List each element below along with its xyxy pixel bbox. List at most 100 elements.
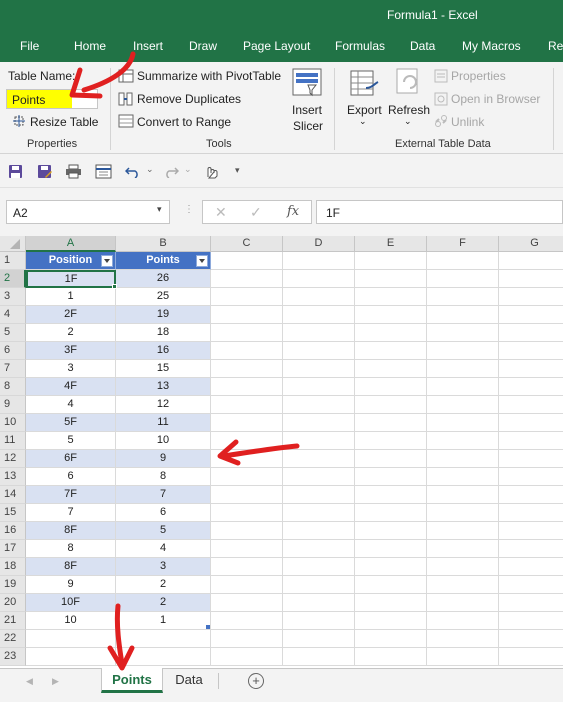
fill-handle[interactable] [112, 284, 117, 289]
empty-cell[interactable] [427, 504, 499, 522]
empty-cell[interactable] [427, 252, 499, 270]
empty-cell[interactable] [427, 630, 499, 648]
position-cell[interactable]: 6 [26, 468, 116, 486]
empty-cell[interactable] [211, 414, 283, 432]
prev-sheet-icon[interactable]: ◀ [26, 676, 33, 687]
position-cell[interactable]: 8 [26, 540, 116, 558]
points-cell[interactable]: 2 [116, 576, 211, 594]
empty-cell[interactable] [116, 630, 211, 648]
empty-cell[interactable] [211, 594, 283, 612]
empty-cell[interactable] [499, 486, 563, 504]
empty-cell[interactable] [499, 270, 563, 288]
column-header-g[interactable]: G [499, 236, 563, 252]
redo-icon[interactable] [163, 164, 179, 178]
empty-cell[interactable] [283, 594, 355, 612]
save-icon[interactable] [8, 164, 23, 179]
points-cell[interactable]: 19 [116, 306, 211, 324]
empty-cell[interactable] [211, 396, 283, 414]
row-header[interactable]: 7 [0, 360, 26, 378]
empty-cell[interactable] [355, 558, 427, 576]
tab-insert[interactable]: Insert [133, 39, 163, 53]
empty-cell[interactable] [283, 648, 355, 666]
empty-cell[interactable] [211, 378, 283, 396]
redo-dropdown-icon[interactable]: ⌄ [184, 164, 192, 175]
empty-cell[interactable] [283, 432, 355, 450]
empty-cell[interactable] [499, 360, 563, 378]
column-header-b[interactable]: B [116, 236, 211, 252]
row-header[interactable]: 12 [0, 450, 26, 468]
column-header-c[interactable]: C [211, 236, 283, 252]
table-resize-handle[interactable] [206, 625, 210, 629]
touch-mode-icon[interactable] [203, 163, 219, 179]
tab-file[interactable]: File [20, 39, 39, 53]
empty-cell[interactable] [211, 450, 283, 468]
empty-cell[interactable] [355, 468, 427, 486]
empty-cell[interactable] [211, 468, 283, 486]
row-header[interactable]: 9 [0, 396, 26, 414]
empty-cell[interactable] [499, 648, 563, 666]
formula-input[interactable]: 1F [316, 200, 563, 224]
next-sheet-icon[interactable]: ▶ [52, 676, 59, 687]
tab-formulas[interactable]: Formulas [335, 39, 385, 53]
empty-cell[interactable] [427, 288, 499, 306]
tab-draw[interactable]: Draw [189, 39, 217, 53]
empty-cell[interactable] [355, 252, 427, 270]
tab-my-macros[interactable]: My Macros [462, 39, 521, 53]
empty-cell[interactable] [283, 288, 355, 306]
row-header[interactable]: 13 [0, 468, 26, 486]
empty-cell[interactable] [283, 306, 355, 324]
empty-cell[interactable] [499, 540, 563, 558]
convert-to-range-button[interactable]: Convert to Range [137, 115, 231, 129]
enter-icon[interactable]: ✓ [250, 204, 262, 221]
customize-qat-icon[interactable]: ▾ [235, 165, 240, 176]
empty-cell[interactable] [355, 450, 427, 468]
empty-cell[interactable] [499, 504, 563, 522]
empty-cell[interactable] [211, 540, 283, 558]
row-header[interactable]: 20 [0, 594, 26, 612]
empty-cell[interactable] [499, 432, 563, 450]
position-cell[interactable]: 10F [26, 594, 116, 612]
points-cell[interactable]: 4 [116, 540, 211, 558]
empty-cell[interactable] [211, 324, 283, 342]
sheet-tab-points[interactable]: Points [101, 668, 163, 693]
empty-cell[interactable] [211, 486, 283, 504]
empty-cell[interactable] [355, 486, 427, 504]
empty-cell[interactable] [499, 342, 563, 360]
empty-cell[interactable] [355, 306, 427, 324]
empty-cell[interactable] [283, 360, 355, 378]
position-cell[interactable]: 4 [26, 396, 116, 414]
position-cell[interactable]: 2F [26, 306, 116, 324]
empty-cell[interactable] [427, 414, 499, 432]
empty-cell[interactable] [427, 486, 499, 504]
print-icon[interactable] [65, 164, 82, 179]
tab-home[interactable]: Home [74, 39, 106, 53]
table-header-cell[interactable]: Points [116, 252, 211, 270]
cancel-icon[interactable]: ✕ [215, 204, 227, 221]
empty-cell[interactable] [283, 504, 355, 522]
points-cell[interactable]: 18 [116, 324, 211, 342]
empty-cell[interactable] [283, 450, 355, 468]
empty-cell[interactable] [427, 558, 499, 576]
export-button[interactable]: Export [347, 103, 382, 117]
row-header[interactable]: 17 [0, 540, 26, 558]
points-cell[interactable]: 10 [116, 432, 211, 450]
undo-icon[interactable] [125, 164, 141, 178]
row-header[interactable]: 5 [0, 324, 26, 342]
sheet-tab-data[interactable]: Data [166, 668, 212, 693]
points-cell[interactable]: 3 [116, 558, 211, 576]
empty-cell[interactable] [499, 252, 563, 270]
empty-cell[interactable] [499, 612, 563, 630]
points-cell[interactable]: 1 [116, 612, 211, 630]
empty-cell[interactable] [355, 342, 427, 360]
empty-cell[interactable] [499, 522, 563, 540]
column-header-e[interactable]: E [355, 236, 427, 252]
empty-cell[interactable] [499, 414, 563, 432]
points-cell[interactable]: 2 [116, 594, 211, 612]
empty-cell[interactable] [355, 324, 427, 342]
row-header[interactable]: 6 [0, 342, 26, 360]
empty-cell[interactable] [499, 450, 563, 468]
empty-cell[interactable] [499, 630, 563, 648]
empty-cell[interactable] [283, 252, 355, 270]
position-cell[interactable]: 9 [26, 576, 116, 594]
position-cell[interactable]: 10 [26, 612, 116, 630]
